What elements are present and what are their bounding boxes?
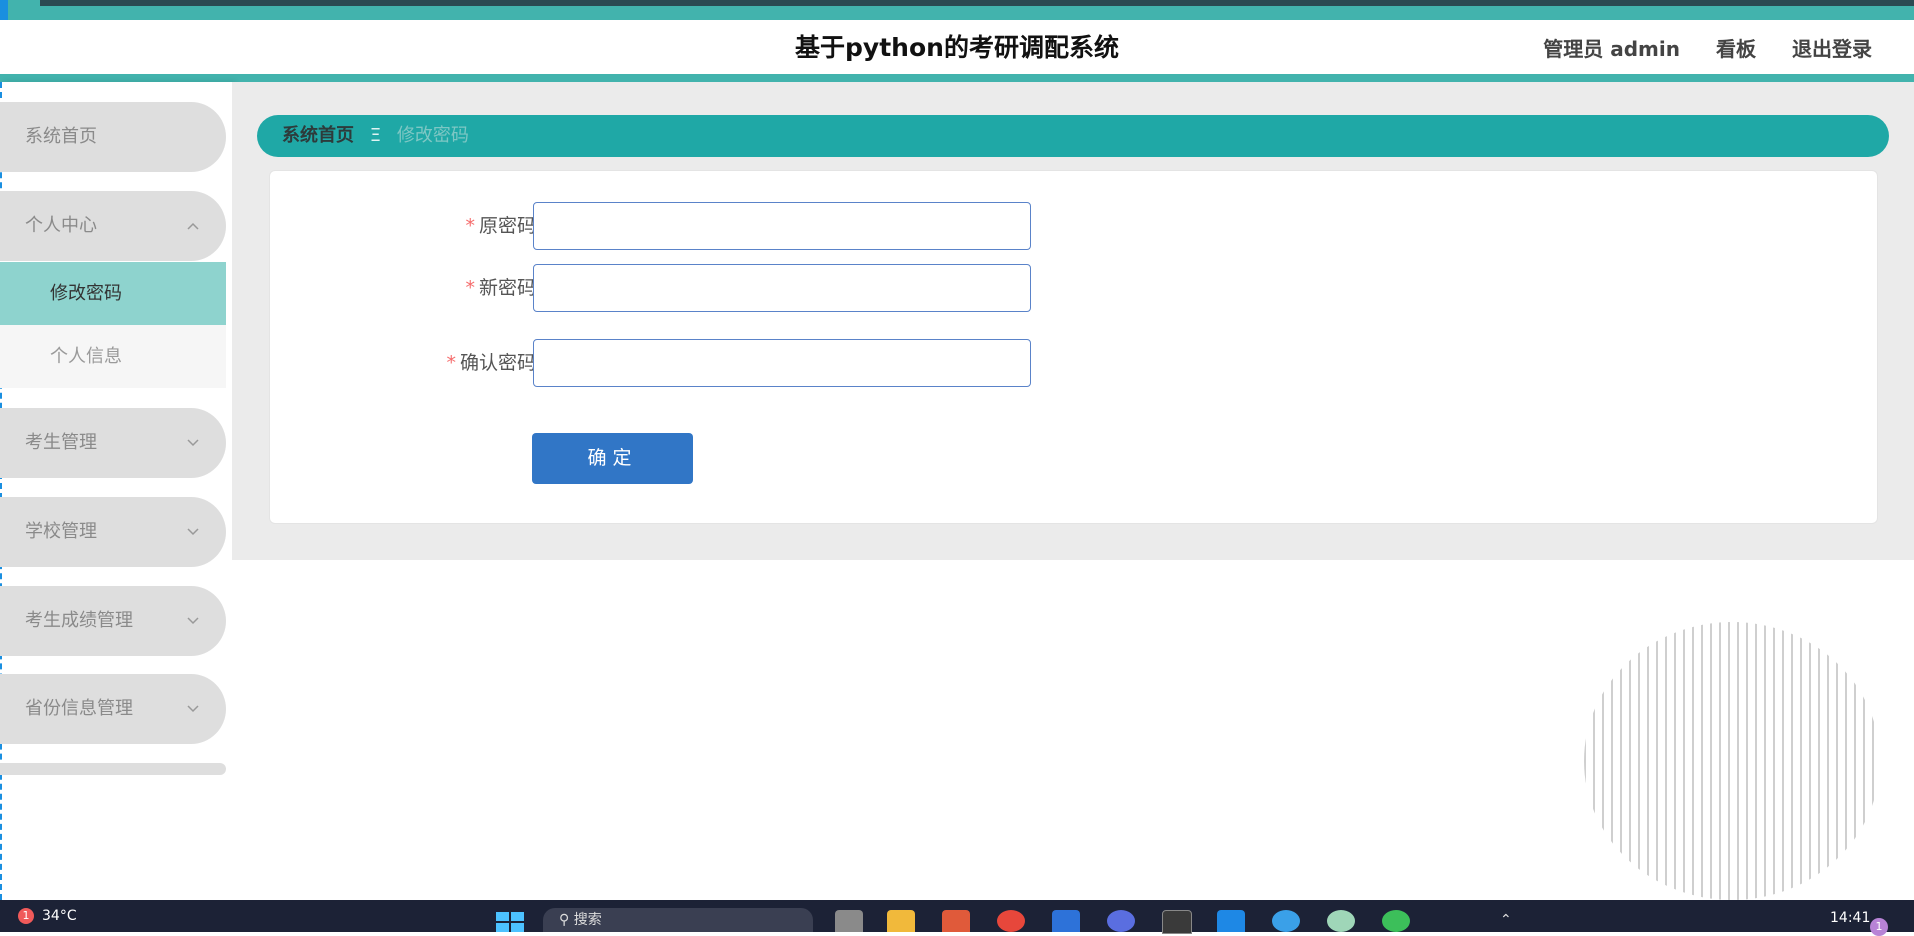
sidebar-item-label: 考生管理 [25,432,97,453]
header-bottom-bar [0,74,1914,82]
sidebar-item-label: 系统首页 [25,126,97,147]
old-password-label: * 原密码 [336,201,536,251]
chevron-down-icon [186,674,200,774]
window-edge [0,0,8,20]
top-dark-strip [40,0,1914,6]
terminal-icon[interactable] [1162,910,1192,934]
field-label: 原密码 [478,215,536,237]
sidebar-subitem-change-password[interactable]: 修改密码 [0,262,226,325]
top-links: 管理员 admin 看板 退出登录 [1543,33,1872,62]
breadcrumb-current: 修改密码 [396,125,469,146]
new-password-label: * 新密码 [336,263,536,313]
search-placeholder: 搜索 [573,912,602,928]
taskbar-clock[interactable]: 14:41 [1830,910,1870,926]
decorative-striped-circle [1584,622,1880,900]
chrome-icon[interactable] [997,910,1025,932]
store-icon[interactable] [942,910,970,932]
chevron-down-icon [186,586,200,686]
task-view-icon[interactable] [835,910,863,932]
search-icon: ⚲ [559,912,570,928]
weather-widget[interactable]: 1 34°C [18,908,77,924]
os-taskbar: 1 34°C ⚲ 搜索 ⌃ 14:41 1 [0,900,1914,936]
sidebar-item-score-management[interactable]: 考生成绩管理 [0,586,226,656]
form-row-old-password: * 原密码 [270,201,536,251]
system-tray[interactable]: ⌃ [1500,912,1512,928]
windows-start-icon[interactable] [496,912,524,932]
chevron-down-icon [186,408,200,508]
search-app-icon[interactable] [1272,910,1300,932]
wechat-icon[interactable] [1382,910,1410,932]
form-row-new-password: * 新密码 [270,263,536,313]
file-explorer-icon[interactable] [887,910,915,932]
sidebar-item-label: 个人中心 [25,215,97,236]
sidebar-item-home[interactable]: 系统首页 [0,102,226,172]
sidebar-subitem-label: 修改密码 [50,283,122,304]
notification-badge[interactable]: 1 [1870,918,1888,936]
user-label[interactable]: 管理员 admin [1543,33,1680,62]
app-icon[interactable] [1107,910,1135,932]
confirm-button[interactable]: 确定 [532,433,693,484]
confirm-password-label: * 确认密码 [336,338,536,388]
required-mark: * [465,215,475,237]
field-label: 新密码 [478,277,536,299]
required-mark: * [446,352,456,374]
sidebar-subitem-personal-info[interactable]: 个人信息 [0,325,226,388]
password-form-card: * 原密码 * 新密码 * 确认密码 [269,170,1878,524]
breadcrumb-home[interactable]: 系统首页 [282,125,354,146]
vscode-icon[interactable] [1217,910,1245,932]
temperature: 34°C [42,908,77,924]
breadcrumb-separator-icon: Ξ [369,125,382,146]
sidebar-item-province-management[interactable]: 省份信息管理 [0,674,226,744]
form-row-confirm-password: * 确认密码 [270,338,536,388]
weather-badge: 1 [18,908,34,924]
logout-link[interactable]: 退出登录 [1792,33,1872,62]
confirm-password-input[interactable] [533,339,1031,387]
taskbar-search[interactable]: ⚲ 搜索 [543,908,813,932]
sidebar-item-personal-center[interactable]: 个人中心 [0,191,226,261]
new-password-input[interactable] [533,264,1031,312]
sidebar-item-label: 学校管理 [25,521,97,542]
sidebar: 系统首页 个人中心 修改密码 个人信息 考生管理 学校管理 考生成绩管理 省份信… [0,82,232,900]
sidebar-item-partial[interactable] [0,763,226,775]
pycharm-icon[interactable] [1052,910,1080,932]
top-accent-bar [0,0,1914,20]
sidebar-item-label: 省份信息管理 [25,698,133,719]
sidebar-item-school-management[interactable]: 学校管理 [0,497,226,567]
chevron-down-icon [186,497,200,597]
old-password-input[interactable] [533,202,1031,250]
breadcrumb: 系统首页 Ξ 修改密码 [257,115,1889,157]
board-link[interactable]: 看板 [1716,33,1756,62]
sidebar-item-label: 考生成绩管理 [25,610,133,631]
sidebar-subitem-label: 个人信息 [50,346,122,367]
tray-chevron-icon[interactable]: ⌃ [1500,912,1512,928]
app-icon[interactable] [1327,910,1355,932]
sidebar-item-candidate-management[interactable]: 考生管理 [0,408,226,478]
field-label: 确认密码 [459,352,536,374]
required-mark: * [465,277,475,299]
